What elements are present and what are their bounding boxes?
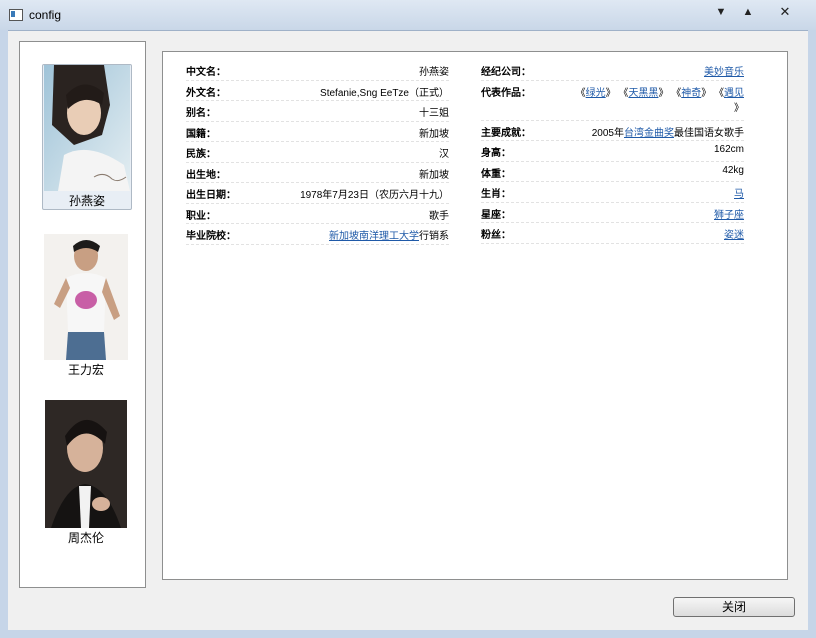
info-label: 出生地： <box>186 169 226 181</box>
work-link[interactable]: 绿光 <box>586 88 606 99</box>
info-label: 星座： <box>481 209 511 221</box>
company-link[interactable]: 美妙音乐 <box>704 67 744 78</box>
info-value: 新加坡 <box>419 128 449 140</box>
info-value: 2005年台湾金曲奖最佳国语女歌手 <box>592 124 744 139</box>
info-row: 中文名： 孙燕姿 <box>186 60 449 81</box>
info-row: 出生地： 新加坡 <box>186 163 449 183</box>
person-item-sun[interactable]: 孙燕姿 <box>42 64 132 210</box>
info-value: 1978年7月23日（农历六月十九） <box>300 190 449 201</box>
info-value: 汉 <box>439 149 449 160</box>
info-label: 经纪公司： <box>481 67 531 78</box>
info-row: 经纪公司： 美妙音乐 <box>481 60 744 81</box>
info-label: 体重： <box>481 168 511 180</box>
info-left-column: 中文名： 孙燕姿 外文名： Stefanie,Sng EeTze（正式） 别名： 十三… <box>186 60 449 245</box>
close-icon[interactable]: ✕ <box>775 4 795 22</box>
school-suffix: 行销系 <box>419 231 449 242</box>
info-row: 别名： 十三姐 <box>186 101 449 122</box>
star-link[interactable]: 狮子座 <box>714 210 744 221</box>
info-label: 民族： <box>186 149 216 160</box>
works-list: 《绿光》 《天黑黑》 《神奇》 《遇见》 <box>575 87 744 114</box>
person-list[interactable]: 孙燕姿 王力宏 周杰伦 <box>19 41 146 588</box>
person-name: 孙燕姿 <box>68 194 105 208</box>
info-label: 粉丝： <box>481 230 511 241</box>
person-name: 周杰伦 <box>67 531 104 545</box>
chevron-up-icon[interactable]: ▲ <box>738 4 758 22</box>
info-row: 体重： 42kg <box>481 162 744 182</box>
info-label: 国籍： <box>186 128 216 140</box>
info-row: 外文名： Stefanie,Sng EeTze（正式） <box>186 81 449 101</box>
info-label: 身高： <box>481 148 511 159</box>
info-value: 新加坡 <box>419 169 449 181</box>
info-row: 生肖： 马 <box>481 182 744 203</box>
info-label: 中文名： <box>186 67 226 78</box>
info-row: 粉丝： 姿迷 <box>481 223 744 244</box>
info-row: 出生日期： 1978年7月23日（农历六月十九） <box>186 183 449 204</box>
person-item-zhou[interactable]: 周杰伦 <box>42 400 130 546</box>
info-row: 国籍： 新加坡 <box>186 122 449 142</box>
info-value: 孙燕姿 <box>419 67 449 78</box>
info-value: 美妙音乐 <box>704 63 744 78</box>
achieve-suffix: 最佳国语女歌手 <box>674 127 744 139</box>
info-value: 162cm <box>713 144 744 155</box>
info-label: 代表作品： <box>481 87 531 99</box>
work-link[interactable]: 天黑黑 <box>628 88 658 99</box>
info-row: 毕业院校： 新加坡南洋理工大学行销系 <box>186 224 449 245</box>
info-label: 主要成就： <box>481 127 531 139</box>
avatar <box>45 400 127 528</box>
app-icon <box>9 9 23 21</box>
info-row: 主要成就： 2005年台湾金曲奖最佳国语女歌手 <box>481 121 744 141</box>
person-name: 王力宏 <box>67 363 104 377</box>
work-link[interactable]: 神奇 <box>681 88 701 99</box>
info-value: 歌手 <box>429 210 449 222</box>
info-row: 民族： 汉 <box>186 142 449 163</box>
person-item-wang[interactable]: 王力宏 <box>42 234 130 378</box>
info-label: 职业： <box>186 210 216 222</box>
detail-panel: 中文名： 孙燕姿 外文名： Stefanie,Sng EeTze（正式） 别名： 十三… <box>162 51 788 580</box>
info-value: 42kg <box>722 164 744 176</box>
info-row: 星座： 狮子座 <box>481 203 744 223</box>
close-button[interactable]: 关闭 <box>673 597 795 617</box>
info-value: Stefanie,Sng EeTze（正式） <box>320 87 449 99</box>
info-label: 出生日期： <box>186 190 236 201</box>
achieve-prefix: 2005年 <box>591 127 624 139</box>
avatar <box>44 65 130 191</box>
title-bar: config ▼ ▲ ✕ <box>0 0 816 31</box>
info-label: 外文名： <box>186 87 226 99</box>
info-value: 十三姐 <box>419 108 449 119</box>
info-row: 职业： 歌手 <box>186 204 449 224</box>
info-value: 新加坡南洋理工大学行销系 <box>329 227 449 242</box>
info-value: 马 <box>734 185 744 200</box>
info-row: 身高： 162cm <box>481 141 744 162</box>
work-link[interactable]: 遇见 <box>724 88 744 99</box>
chevron-down-icon[interactable]: ▼ <box>711 4 731 22</box>
zodiac-link[interactable]: 马 <box>734 189 744 200</box>
school-link[interactable]: 新加坡南洋理工大学 <box>329 231 419 242</box>
fans-link[interactable]: 姿迷 <box>724 230 744 241</box>
info-row: 代表作品： 《绿光》 《天黑黑》 《神奇》 《遇见》 <box>481 81 744 121</box>
info-label: 毕业院校： <box>186 231 236 242</box>
info-label: 别名： <box>186 108 216 119</box>
info-value: 姿迷 <box>724 226 744 241</box>
avatar <box>44 234 128 360</box>
info-right-column: 经纪公司： 美妙音乐 代表作品： 《绿光》 《天黑黑》 《神奇》 《遇见》 主要成… <box>481 60 744 244</box>
info-label: 生肖： <box>481 189 511 200</box>
award-link[interactable]: 台湾金曲奖 <box>624 128 674 139</box>
info-value: 狮子座 <box>714 206 744 221</box>
window-title: config <box>29 8 62 22</box>
